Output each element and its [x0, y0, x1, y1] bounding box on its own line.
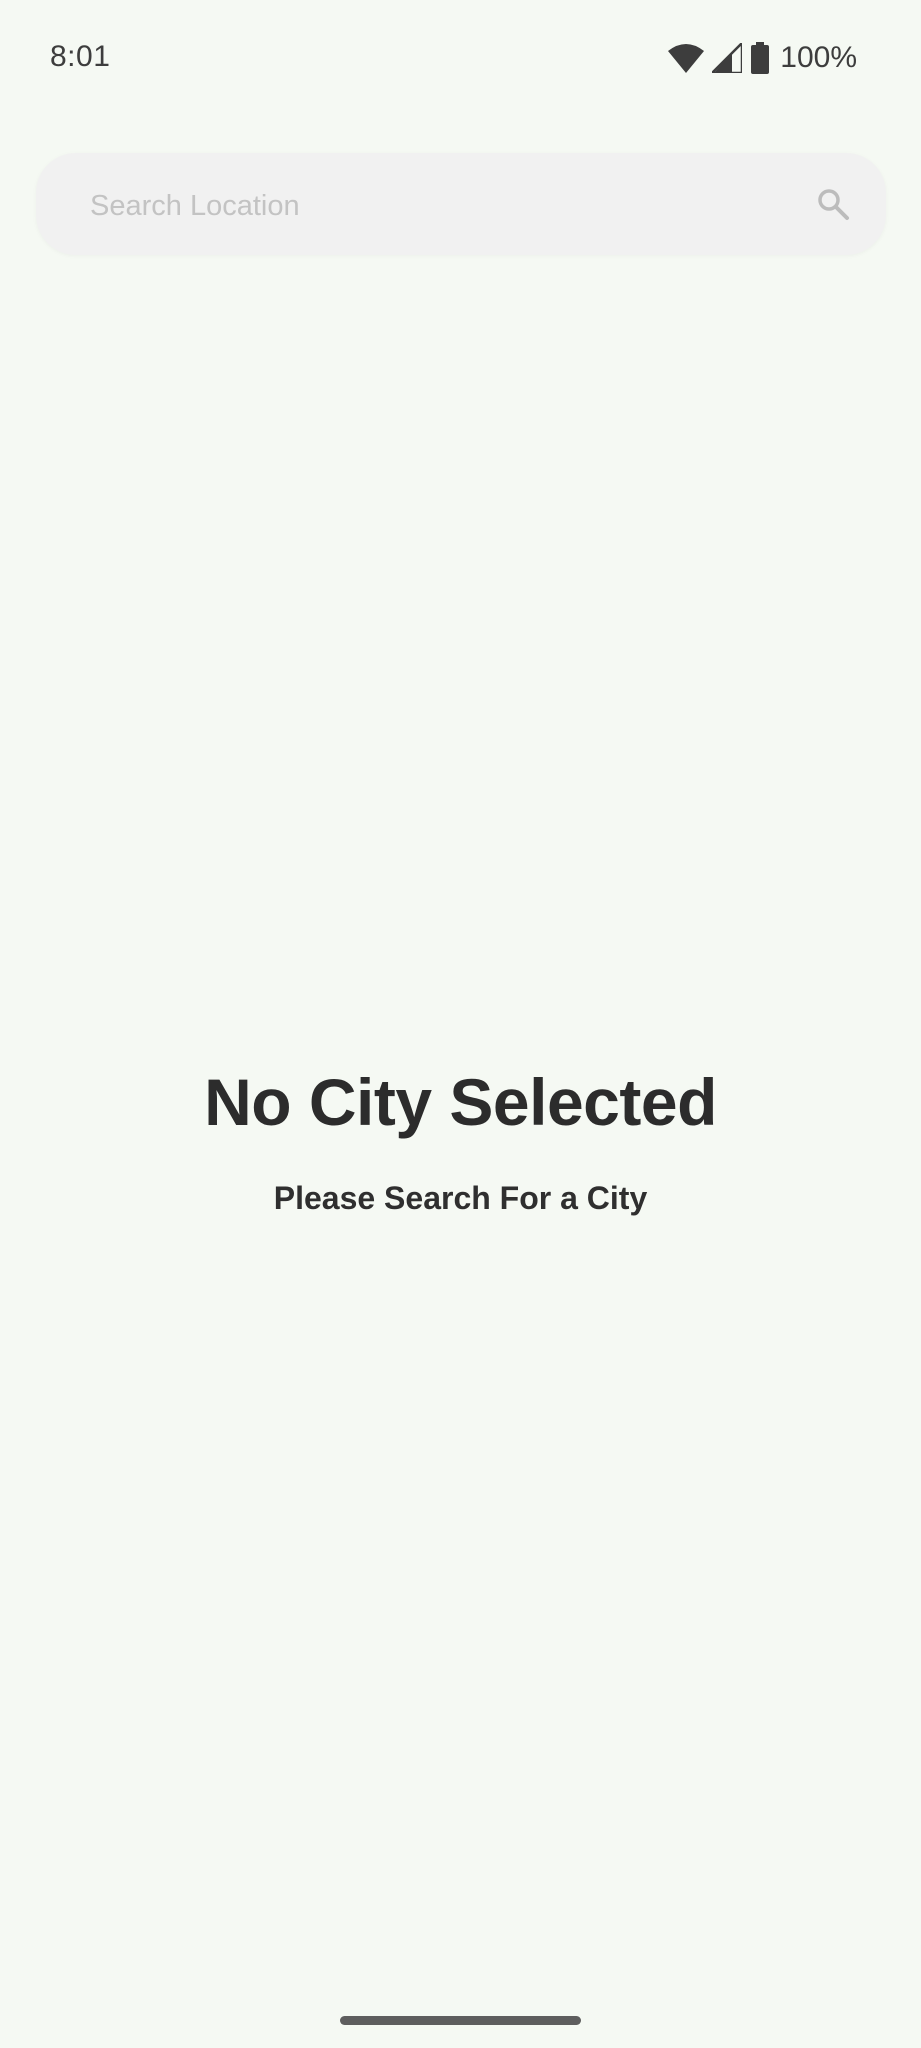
search-icon[interactable]: [816, 187, 850, 221]
battery-icon: [750, 42, 770, 74]
empty-state-title: No City Selected: [204, 1065, 717, 1139]
status-icons: 100%: [668, 38, 857, 78]
empty-state-subtitle: Please Search For a City: [273, 1180, 648, 1216]
wifi-icon: [668, 43, 705, 73]
cell-signal-icon: [712, 43, 743, 73]
home-indicator[interactable]: [340, 2016, 581, 2025]
search-input[interactable]: [90, 153, 790, 255]
battery-percent: 100%: [780, 41, 857, 74]
search-bar[interactable]: [36, 153, 886, 255]
status-time: 8:01: [50, 40, 111, 73]
status-bar: 8:01 100%: [0, 0, 921, 118]
